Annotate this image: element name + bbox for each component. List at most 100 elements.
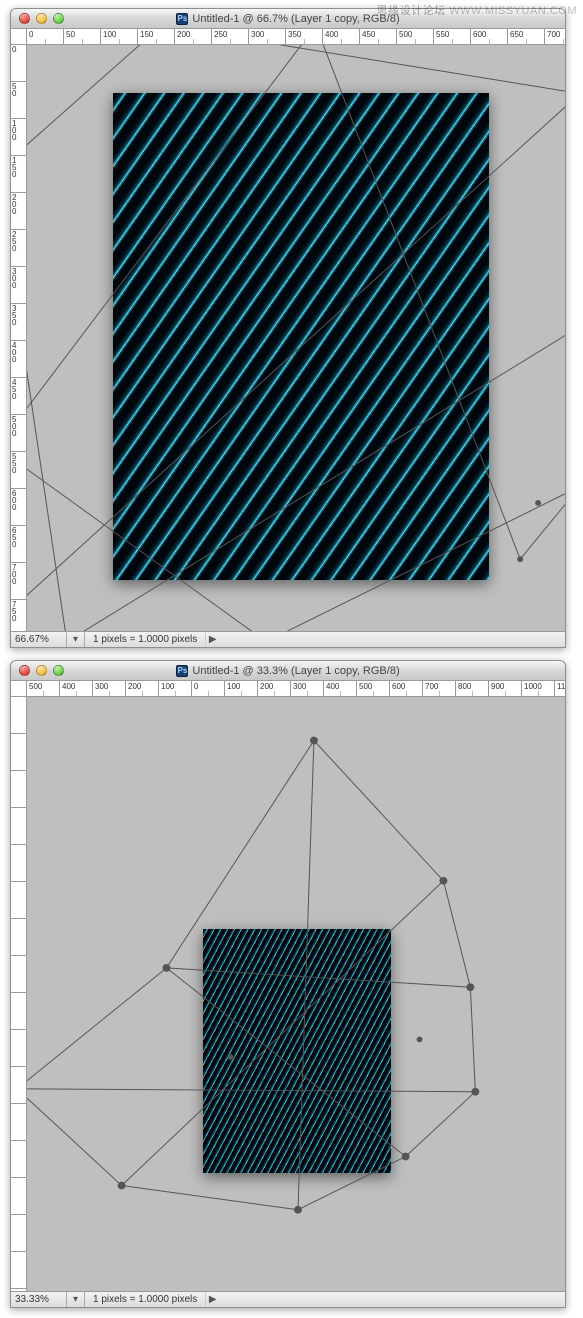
ruler-tick (11, 1104, 26, 1141)
zoom-icon[interactable] (53, 665, 64, 676)
title-text: Untitled-1 @ 66.7% (Layer 1 copy, RGB/8) (192, 13, 399, 25)
ruler-tick: 600 (11, 489, 26, 526)
ruler-tick: 750 (11, 600, 26, 631)
ruler-origin[interactable] (11, 29, 27, 45)
status-dropdown-icon[interactable]: ▾ (67, 632, 85, 647)
ruler-tick: 550 (434, 29, 471, 44)
status-flyout-icon[interactable]: ▶ (205, 1292, 219, 1307)
ruler-tick: 100 (11, 119, 26, 156)
canvas-area[interactable] (27, 45, 565, 631)
ruler-tick (11, 1215, 26, 1252)
ruler-tick: 0 (27, 29, 64, 44)
ruler-tick (11, 697, 26, 734)
ruler-tick (11, 845, 26, 882)
ruler-tick (11, 808, 26, 845)
status-bar: 66.67% ▾ 1 pixels = 1.0000 pixels ▶ (11, 631, 565, 647)
ruler-tick (11, 919, 26, 956)
ruler-tick: 500 (357, 681, 390, 696)
ruler-tick: 100 (159, 681, 192, 696)
ruler-tick: 200 (126, 681, 159, 696)
ruler-tick: 650 (11, 526, 26, 563)
ruler-tick: 450 (11, 378, 26, 415)
ruler-tick: 400 (323, 29, 360, 44)
workarea: 5004003002001000100200300400500600700800… (11, 681, 565, 1291)
ruler-tick: 350 (286, 29, 323, 44)
ruler-tick: 700 (11, 563, 26, 600)
window-title: Ps Untitled-1 @ 33.3% (Layer 1 copy, RGB… (11, 665, 565, 677)
ruler-tick (11, 1252, 26, 1289)
ruler-vertical[interactable] (11, 697, 27, 1291)
ruler-tick: 250 (11, 230, 26, 267)
ruler-tick: 150 (138, 29, 175, 44)
window-controls (11, 13, 64, 24)
ruler-tick: 300 (249, 29, 286, 44)
ruler-tick (11, 993, 26, 1030)
document-image[interactable] (113, 93, 489, 580)
zoom-level-field[interactable]: 33.33% (11, 1292, 67, 1307)
status-info-text: 1 pixels = 1.0000 pixels (85, 634, 205, 645)
minimize-icon[interactable] (36, 665, 47, 676)
status-info-text: 1 pixels = 1.0000 pixels (85, 1294, 205, 1305)
window-controls (11, 665, 64, 676)
minimize-icon[interactable] (36, 13, 47, 24)
ruler-tick: 350 (11, 304, 26, 341)
ruler-tick: 800 (456, 681, 489, 696)
ruler-tick: 300 (11, 267, 26, 304)
ruler-tick: 200 (11, 193, 26, 230)
ruler-tick (11, 734, 26, 771)
ps-file-icon: Ps (176, 13, 188, 25)
workarea: 0501001502002503003504004505005506006507… (11, 29, 565, 631)
canvas-area[interactable] (27, 697, 565, 1291)
ruler-tick: 0 (11, 45, 26, 82)
ruler-tick: 250 (212, 29, 249, 44)
titlebar[interactable]: Ps Untitled-1 @ 33.3% (Layer 1 copy, RGB… (11, 661, 565, 681)
document-window-2: Ps Untitled-1 @ 33.3% (Layer 1 copy, RGB… (10, 660, 566, 1308)
ruler-tick: 650 (508, 29, 545, 44)
ruler-tick (11, 882, 26, 919)
status-flyout-icon[interactable]: ▶ (205, 632, 219, 647)
ruler-tick: 200 (258, 681, 291, 696)
ruler-tick: 300 (93, 681, 126, 696)
document-image[interactable] (203, 929, 391, 1173)
ruler-tick: 100 (225, 681, 258, 696)
ruler-tick (11, 1030, 26, 1067)
ruler-tick: 50 (11, 82, 26, 119)
ps-file-icon: Ps (176, 665, 188, 677)
ruler-tick: 400 (324, 681, 357, 696)
ruler-tick: 400 (11, 341, 26, 378)
ruler-tick: 1100 (555, 681, 565, 696)
ruler-tick (11, 1178, 26, 1215)
title-text: Untitled-1 @ 33.3% (Layer 1 copy, RGB/8) (192, 665, 399, 677)
ruler-tick: 1000 (522, 681, 555, 696)
ruler-tick: 500 (27, 681, 60, 696)
ruler-tick: 400 (60, 681, 93, 696)
status-dropdown-icon[interactable]: ▾ (67, 1292, 85, 1307)
ruler-tick: 600 (471, 29, 508, 44)
ruler-tick: 0 (192, 681, 225, 696)
ruler-tick: 500 (397, 29, 434, 44)
close-icon[interactable] (19, 13, 30, 24)
ruler-tick (11, 1067, 26, 1104)
ruler-vertical[interactable]: 0501001502002503003504004505005506006507… (11, 45, 27, 631)
close-icon[interactable] (19, 665, 30, 676)
ruler-tick: 700 (423, 681, 456, 696)
ruler-horizontal[interactable]: 0501001502002503003504004505005506006507… (27, 29, 565, 45)
ruler-tick (11, 771, 26, 808)
document-window-1: Ps Untitled-1 @ 66.7% (Layer 1 copy, RGB… (10, 8, 566, 648)
ruler-tick (11, 1141, 26, 1178)
ruler-tick: 600 (390, 681, 423, 696)
ruler-tick: 150 (11, 156, 26, 193)
zoom-icon[interactable] (53, 13, 64, 24)
ruler-tick: 300 (291, 681, 324, 696)
watermark-label: 思缘设计论坛 WWW.MISSYUAN.COM (377, 2, 577, 18)
ruler-horizontal[interactable]: 5004003002001000100200300400500600700800… (27, 681, 565, 697)
zoom-level-field[interactable]: 66.67% (11, 632, 67, 647)
ruler-tick: 700 (545, 29, 565, 44)
ruler-tick: 450 (360, 29, 397, 44)
ruler-tick: 500 (11, 415, 26, 452)
ruler-tick: 550 (11, 452, 26, 489)
ruler-tick: 50 (64, 29, 101, 44)
ruler-origin[interactable] (11, 681, 27, 697)
ruler-tick: 100 (101, 29, 138, 44)
ruler-tick (11, 956, 26, 993)
